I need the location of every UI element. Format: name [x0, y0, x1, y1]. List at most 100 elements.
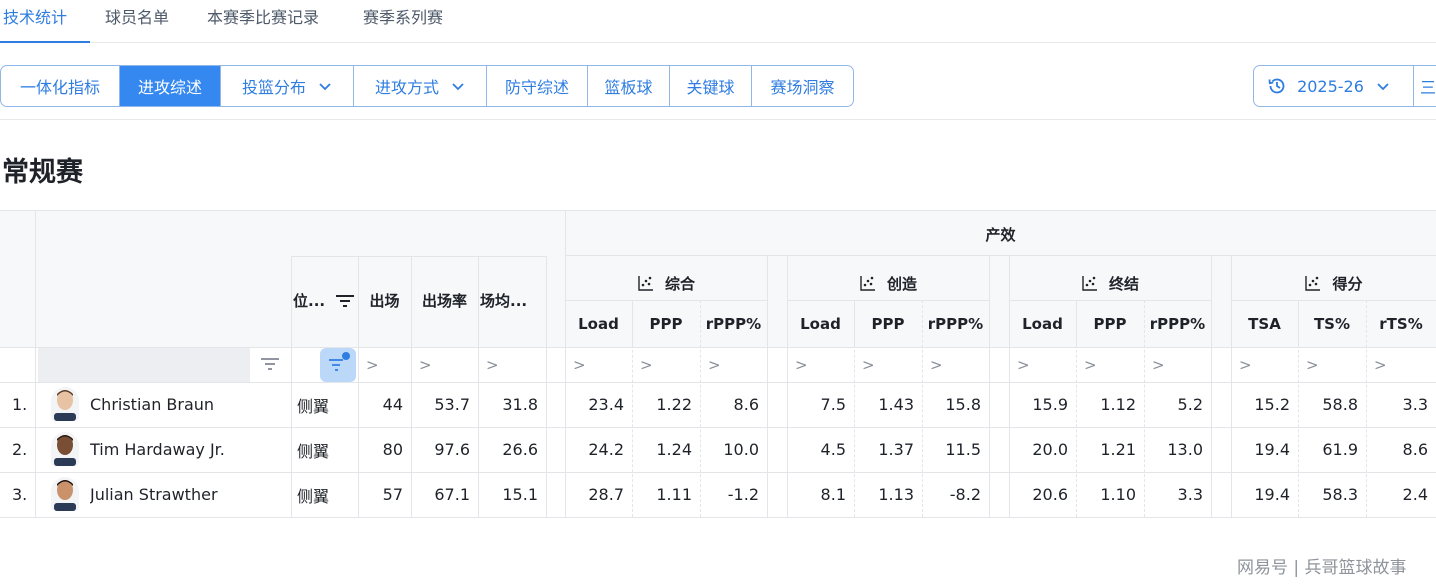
tab-game-log[interactable]: 本赛季比赛记录 [207, 4, 319, 30]
range-filter-input[interactable]: > [1366, 352, 1436, 378]
col-header[interactable]: rPPP% [700, 312, 767, 336]
stat-cell: 1.37 [878, 440, 914, 459]
stat-cell: 61.9 [1322, 440, 1358, 459]
seg-integrated-metrics[interactable]: 一体化指标 [1, 66, 120, 106]
range-filter-input[interactable]: > [787, 352, 854, 378]
grid-line [1211, 256, 1212, 517]
seg-clutch[interactable]: 关键球 [670, 66, 752, 106]
grid-line [565, 300, 767, 301]
col-header[interactable]: TSA [1231, 312, 1298, 336]
stat-cell: 8.6 [1402, 440, 1428, 459]
col-header[interactable]: Load [787, 312, 854, 336]
col-header[interactable]: PPP [1076, 312, 1144, 336]
range-filter-input[interactable]: > [358, 352, 411, 378]
scatter-chart-icon [860, 276, 875, 291]
grid-line [632, 300, 633, 347]
tab-stats[interactable]: 技术统计 [3, 4, 67, 30]
range-filter-input[interactable]: > [1231, 352, 1298, 378]
grid-line [1144, 300, 1145, 517]
col-header-games-rate[interactable]: 出场率 [411, 288, 478, 312]
seg-rebounds[interactable]: 篮板球 [588, 66, 670, 106]
top-tabs: 技术统计 球员名单 本赛季比赛记录 赛季系列赛 [0, 0, 1436, 43]
col-header-games[interactable]: 出场 [358, 288, 411, 312]
seg-offense-type[interactable]: 进攻方式 [354, 66, 487, 106]
row-rank: 1. [12, 395, 28, 414]
range-filter-input[interactable]: > [1298, 352, 1366, 378]
season-selector[interactable]: 2025-26 [1253, 65, 1414, 107]
range-filter-input[interactable]: > [1144, 352, 1211, 378]
seg-court-insights[interactable]: 赛场洞察 [752, 66, 853, 106]
seg-label: 篮板球 [604, 78, 653, 97]
stat-cell: 97.6 [434, 440, 470, 459]
range-filter-input[interactable]: > [1076, 352, 1144, 378]
range-filter-input[interactable]: > [700, 352, 767, 378]
col-header[interactable]: rPPP% [922, 312, 989, 336]
stat-cell: 1.12 [1100, 395, 1136, 414]
col-header[interactable]: Load [1009, 312, 1076, 336]
col-header[interactable]: Load [565, 312, 632, 336]
filter-lines-icon[interactable] [335, 294, 355, 308]
range-filter-input[interactable]: > [632, 352, 700, 378]
filter-lines-icon[interactable] [260, 357, 280, 371]
grid-line [291, 256, 292, 517]
stat-cell: 57 [382, 485, 403, 504]
col-header-position[interactable]: 位... [291, 288, 329, 312]
grid-line [0, 382, 1436, 383]
col-header[interactable]: rTS% [1366, 312, 1436, 336]
stat-cell: 23.4 [588, 395, 624, 414]
stat-cell: 8.1 [820, 485, 846, 504]
col-header[interactable]: rPPP% [1144, 312, 1211, 336]
stat-cell: 1.22 [656, 395, 692, 414]
player-position: 侧翼 [297, 396, 330, 416]
grid-line [0, 472, 1436, 473]
range-filter-input[interactable]: > [922, 352, 989, 378]
divider [0, 119, 1436, 120]
stat-cell: 1.13 [878, 485, 914, 504]
range-filter-input[interactable]: > [411, 352, 478, 378]
stat-cell: 80 [382, 440, 403, 459]
row-rank: 3. [12, 485, 28, 504]
stat-cell: 20.0 [1032, 440, 1068, 459]
section-title: 常规赛 [2, 157, 83, 188]
stat-cell: -1.2 [727, 485, 759, 504]
col-header-avg[interactable]: 场均... [478, 288, 546, 312]
chevron-down-icon [319, 83, 331, 91]
group-header[interactable]: 终结 [1009, 266, 1211, 300]
seg-offense-overview[interactable]: 进攻综述 [120, 66, 221, 106]
range-filter-input[interactable]: > [854, 352, 922, 378]
extra-selector[interactable]: 三 [1414, 65, 1436, 107]
col-header[interactable]: PPP [854, 312, 922, 336]
stat-cell: 1.24 [656, 440, 692, 459]
range-filter-input[interactable]: > [478, 352, 546, 378]
name-filter-input[interactable] [38, 348, 250, 382]
seg-label: 防守综述 [504, 78, 569, 97]
player-name-link[interactable]: Tim Hardaway Jr. [90, 427, 285, 472]
tab-series[interactable]: 赛季系列赛 [363, 4, 443, 30]
grid-line [989, 256, 990, 517]
group-header[interactable]: 得分 [1231, 266, 1436, 300]
tab-roster[interactable]: 球员名单 [105, 4, 169, 30]
group-header[interactable]: 综合 [565, 266, 767, 300]
stat-cell: 8.6 [733, 395, 759, 414]
grid-line [0, 517, 1436, 518]
position-filter-active[interactable] [320, 348, 356, 382]
stat-cell: -8.2 [949, 485, 981, 504]
grid-line [1231, 300, 1436, 301]
group-header-label: 综合 [664, 274, 695, 293]
grid-line [1366, 300, 1367, 517]
filter-active-dot [342, 352, 350, 360]
player-name-link[interactable]: Julian Strawther [90, 472, 285, 517]
group-header-label: 创造 [886, 274, 917, 293]
stat-cell: 15.2 [1254, 395, 1290, 414]
seg-shot-distribution[interactable]: 投篮分布 [221, 66, 354, 106]
range-filter-input[interactable]: > [1009, 352, 1076, 378]
stat-cell: 24.2 [588, 440, 624, 459]
seg-defense-overview[interactable]: 防守综述 [487, 66, 588, 106]
player-name-link[interactable]: Christian Braun [90, 382, 285, 427]
group-header[interactable]: 创造 [787, 266, 989, 300]
col-header[interactable]: TS% [1298, 312, 1366, 336]
col-header[interactable]: PPP [632, 312, 700, 336]
range-filter-input[interactable]: > [565, 352, 632, 378]
scatter-chart-icon [638, 276, 653, 291]
stat-cell: 3.3 [1402, 395, 1428, 414]
